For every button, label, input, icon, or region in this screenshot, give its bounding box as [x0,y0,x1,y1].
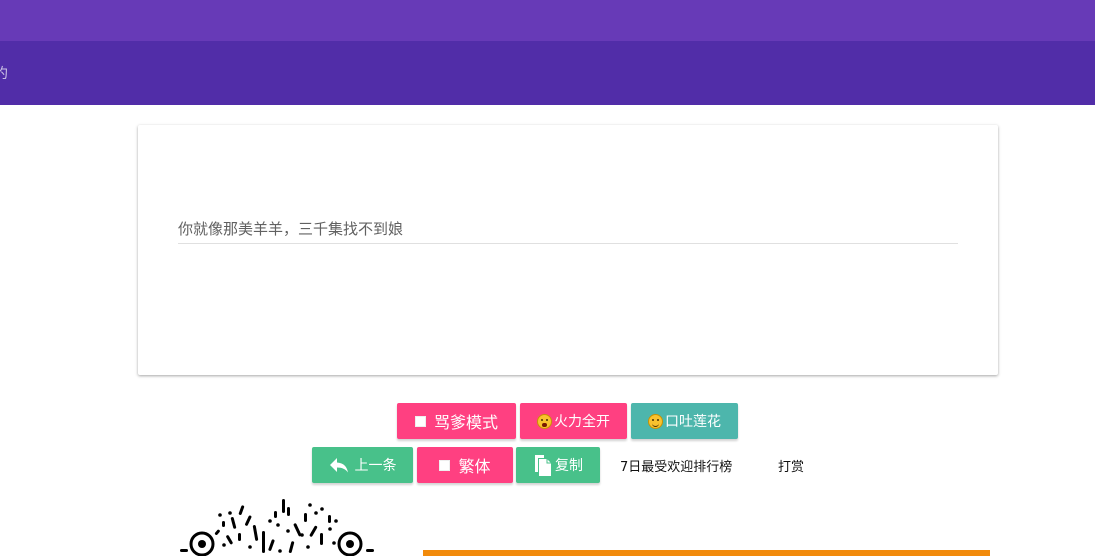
quote-card: 你就像那美羊羊，三千集找不到娘 [138,125,998,375]
copy-icon [535,455,551,476]
previous-label: 上一条 [354,458,397,474]
orange-progress-bar [423,550,990,556]
smile-face-icon [648,413,663,429]
traditional-toggle-label: 繁体 [458,457,491,476]
checkbox-icon[interactable] [439,459,451,471]
sub-header-text: 约 [0,66,8,82]
ranking-link[interactable]: 7日最受欢迎排行榜 [620,456,732,475]
fire-mode-button[interactable]: 火力全开 [520,403,627,439]
copy-button[interactable]: 复制 [516,447,600,483]
fire-mode-label: 火力全开 [554,414,610,430]
screaming-face-icon [537,413,552,429]
top-app-bar [0,0,1095,41]
copy-label: 复制 [555,458,583,474]
mode-toggle-button[interactable]: 骂爹模式 [397,403,516,439]
reward-link[interactable]: 打赏 [778,456,804,475]
mode-toggle-label: 骂爹模式 [433,413,498,432]
lotus-mode-button[interactable]: 口吐莲花 [631,403,738,439]
checkbox-icon[interactable] [414,415,426,427]
previous-button[interactable]: 上一条 [312,447,413,483]
reply-arrow-icon [329,458,348,473]
qr-code-icon [170,495,390,556]
traditional-toggle-button[interactable]: 繁体 [417,447,513,483]
quote-text-field[interactable]: 你就像那美羊羊，三千集找不到娘 [178,219,958,244]
sub-header-bar: 约 [0,41,1095,105]
lotus-mode-label: 口吐莲花 [665,414,721,430]
